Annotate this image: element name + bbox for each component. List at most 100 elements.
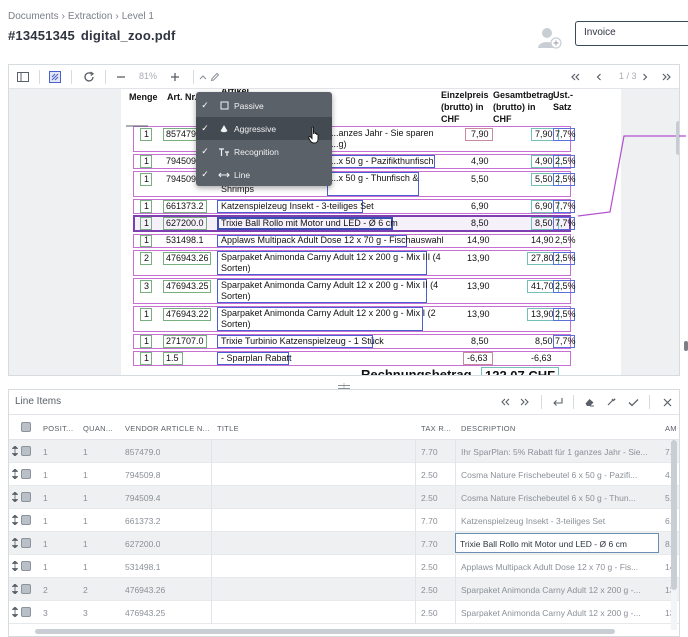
- cell-vendor-article[interactable]: 661373.2: [125, 516, 160, 526]
- cell-quantity[interactable]: 3: [83, 608, 88, 618]
- cell-position[interactable]: 1: [43, 539, 48, 549]
- line-items-vertical-scrollbar[interactable]: [671, 440, 677, 630]
- row-checkbox[interactable]: [21, 538, 31, 548]
- cell-position[interactable]: 1: [43, 470, 48, 480]
- cell-position[interactable]: 2: [43, 585, 48, 595]
- cell-quantity[interactable]: 2: [83, 585, 88, 595]
- close-icon[interactable]: [659, 394, 675, 410]
- cell-position[interactable]: 1: [43, 562, 48, 572]
- cell-quantity[interactable]: 1: [83, 470, 88, 480]
- collapse-columns-icon[interactable]: [497, 394, 513, 410]
- refresh-icon[interactable]: [81, 69, 97, 85]
- row-checkbox[interactable]: [21, 446, 31, 456]
- drag-handle-icon[interactable]: [11, 445, 19, 457]
- resize-splitter-icon[interactable]: [337, 378, 351, 391]
- zoom-out-icon[interactable]: [113, 69, 129, 85]
- drag-handle-icon[interactable]: [11, 560, 19, 572]
- cell-tax-rate[interactable]: 2.50: [421, 493, 438, 503]
- chevron-up-icon[interactable]: [197, 69, 209, 85]
- column-quantity[interactable]: QUAN...: [83, 424, 113, 433]
- select-all-checkbox[interactable]: [21, 422, 31, 432]
- drag-handle-icon[interactable]: [11, 537, 19, 549]
- enter-icon[interactable]: [549, 394, 565, 410]
- table-row[interactable]: 1 1 531498.1 2.50 Applaws Multipack Adul…: [9, 555, 679, 578]
- column-vendor-article[interactable]: VENDOR ARTICLE N...: [125, 424, 210, 433]
- table-row[interactable]: 1 1 857479.0 7.70 Ihr SparPlan: 5% Rabat…: [9, 440, 679, 463]
- cell-quantity[interactable]: 1: [83, 447, 88, 457]
- cell-vendor-article[interactable]: 531498.1: [125, 562, 160, 572]
- cell-description[interactable]: Katzenspielzeug Insekt - 3-teiliges Set: [461, 516, 659, 526]
- cell-position[interactable]: 1: [43, 516, 48, 526]
- cell-tax-rate[interactable]: 2.50: [421, 608, 438, 618]
- table-row[interactable]: 3 3 476943.25 2.50 Sparpaket Animonda Ca…: [9, 601, 679, 624]
- row-checkbox[interactable]: [21, 607, 31, 617]
- assign-user-icon[interactable]: [536, 24, 562, 50]
- row-checkbox[interactable]: [21, 515, 31, 525]
- cell-quantity[interactable]: 1: [83, 539, 88, 549]
- cell-vendor-article[interactable]: 476943.26: [125, 585, 165, 595]
- breadcrumb-documents[interactable]: Documents: [8, 11, 59, 22]
- cell-tax-rate[interactable]: 7.70: [421, 447, 438, 457]
- column-tax-rate[interactable]: TAX R...: [421, 424, 451, 433]
- expand-columns-icon[interactable]: [517, 394, 533, 410]
- auto-fill-icon[interactable]: [603, 394, 619, 410]
- column-description[interactable]: DESCRIPTION: [461, 424, 516, 433]
- row-checkbox[interactable]: [21, 492, 31, 502]
- pdf-line-item-row[interactable]: [133, 351, 571, 366]
- row-checkbox[interactable]: [21, 561, 31, 571]
- zoom-in-icon[interactable]: [167, 69, 183, 85]
- drag-handle-icon[interactable]: [11, 606, 19, 618]
- drag-handle-icon[interactable]: [11, 468, 19, 480]
- cell-tax-rate[interactable]: 2.50: [421, 562, 438, 572]
- eraser-icon[interactable]: [581, 394, 597, 410]
- table-row[interactable]: 1 1 794509.8 2.50 Cosma Nature Frischebe…: [9, 463, 679, 486]
- cell-tax-rate[interactable]: 2.50: [421, 585, 438, 595]
- row-checkbox[interactable]: [21, 469, 31, 479]
- cell-tax-rate[interactable]: 7.70: [421, 516, 438, 526]
- document-type-field[interactable]: Invoice: [575, 21, 688, 46]
- breadcrumb-extraction[interactable]: Extraction: [68, 11, 112, 22]
- confirm-check-icon[interactable]: [625, 394, 641, 410]
- cell-position[interactable]: 3: [43, 608, 48, 618]
- column-position[interactable]: POSIT...: [43, 424, 73, 433]
- column-amount[interactable]: AM: [665, 424, 677, 433]
- drag-handle-icon[interactable]: [11, 514, 19, 526]
- cell-tax-rate[interactable]: 7.70: [421, 539, 438, 549]
- cell-description[interactable]: Sparpaket Animonda Carny Adult 12 x 200 …: [461, 585, 659, 595]
- cell-position[interactable]: 1: [43, 493, 48, 503]
- table-row[interactable]: 2 2 476943.26 2.50 Sparpaket Animonda Ca…: [9, 578, 679, 601]
- menu-item-passive[interactable]: ✓ Passive: [196, 94, 332, 117]
- cell-vendor-article[interactable]: 476943.25: [125, 608, 165, 618]
- table-row[interactable]: 1 1 661373.2 7.70 Katzenspielzeug Insekt…: [9, 509, 679, 532]
- highlight-toggle-icon[interactable]: [47, 69, 63, 85]
- invoice-total-value[interactable]: 122,07 CHF: [481, 367, 560, 375]
- line-items-horizontal-scrollbar[interactable]: [35, 629, 615, 634]
- drag-handle-icon[interactable]: [11, 491, 19, 503]
- cell-description[interactable]: Applaws Multipack Adult Dose 12 x 70 g -…: [461, 562, 659, 572]
- cell-vendor-article[interactable]: 857479.0: [125, 447, 160, 457]
- cell-quantity[interactable]: 1: [83, 516, 88, 526]
- drag-handle-icon[interactable]: [11, 583, 19, 595]
- cell-vendor-article[interactable]: 627200.0: [125, 539, 160, 549]
- panel-handle[interactable]: [684, 341, 688, 351]
- scrollbar-thumb[interactable]: [671, 440, 677, 590]
- cell-vendor-article[interactable]: 794509.4: [125, 493, 160, 503]
- cell-description[interactable]: Cosma Nature Frischebeutel 6 x 50 g - Pa…: [461, 470, 659, 480]
- table-row[interactable]: 1 1 794509.4 2.50 Cosma Nature Frischebe…: [9, 486, 679, 509]
- table-row-selected[interactable]: 1 1 627200.0 7.70 Trixie Ball Rollo mit …: [9, 532, 679, 555]
- cell-description[interactable]: Ihr SparPlan: 5% Rabatt für 1 ganzes Jah…: [461, 447, 659, 457]
- column-title[interactable]: TITLE: [217, 424, 239, 433]
- cell-quantity[interactable]: 1: [83, 493, 88, 503]
- pen-icon[interactable]: [209, 69, 221, 85]
- menu-item-line[interactable]: ✓ Line: [196, 163, 332, 186]
- row-checkbox[interactable]: [21, 584, 31, 594]
- cell-description[interactable]: Cosma Nature Frischebeutel 6 x 50 g - Th…: [461, 493, 659, 503]
- cell-position[interactable]: 1: [43, 447, 48, 457]
- sidebar-toggle-icon[interactable]: [15, 69, 31, 85]
- cell-description-editing[interactable]: Trixie Ball Rollo mit Motor und LED - Ø …: [455, 533, 659, 553]
- breadcrumb-level[interactable]: Level 1: [122, 11, 154, 22]
- cell-quantity[interactable]: 1: [83, 562, 88, 572]
- cell-vendor-article[interactable]: 794509.8: [125, 470, 160, 480]
- cell-tax-rate[interactable]: 2.50: [421, 470, 438, 480]
- cell-description[interactable]: Sparpaket Animonda Carny Adult 12 x 200 …: [461, 608, 659, 618]
